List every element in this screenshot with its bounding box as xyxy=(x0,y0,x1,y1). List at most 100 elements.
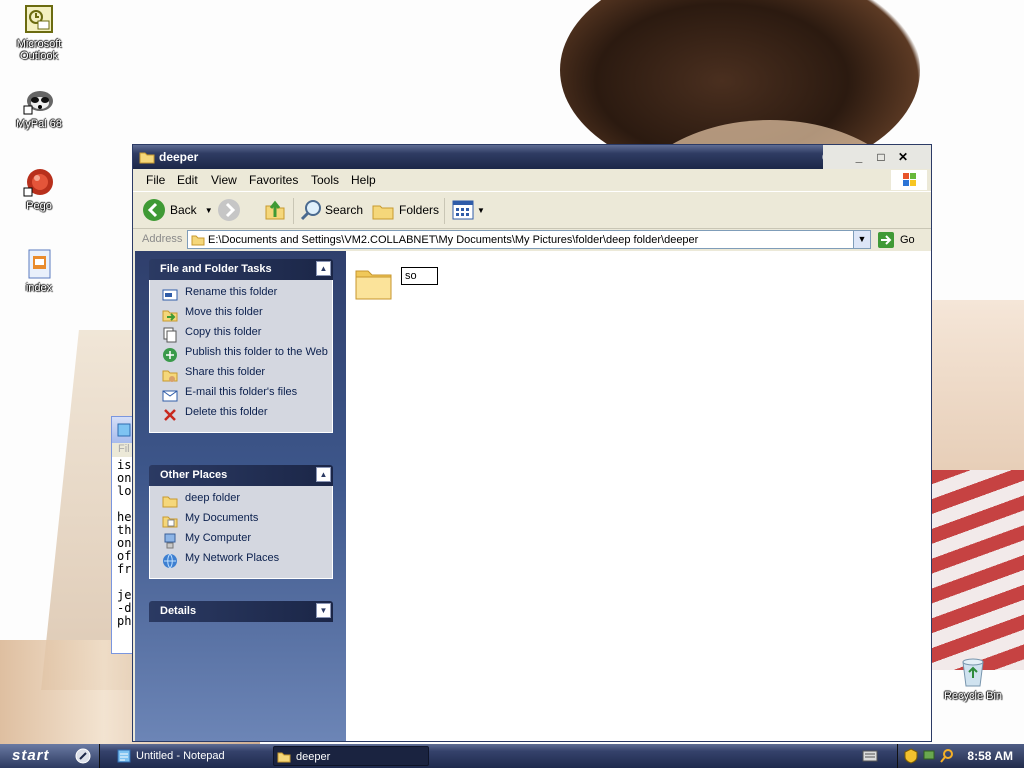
menu-bar: File Edit View Favorites Tools Help xyxy=(133,169,931,191)
collapse-chevron-icon[interactable]: ▲ xyxy=(316,261,331,276)
views-dropdown-icon: ▼ xyxy=(477,205,485,215)
collapse-chevron-icon[interactable]: ▲ xyxy=(316,467,331,482)
menu-edit[interactable]: Edit xyxy=(177,173,198,187)
search-button[interactable]: Search xyxy=(299,198,363,222)
desktop-icon-label: MyPal 68 xyxy=(16,118,62,130)
file-folder-tasks-panel: File and Folder Tasks ▲ Rename this fold… xyxy=(149,259,333,433)
desktop-icon-label: Recycle Bin xyxy=(943,690,1003,702)
notepad-icon xyxy=(117,749,131,763)
move-icon xyxy=(162,310,178,322)
task-pane: File and Folder Tasks ▲ Rename this fold… xyxy=(135,251,346,741)
desktop-icon-index[interactable]: index xyxy=(1,248,77,294)
publish-web-icon xyxy=(163,348,177,362)
task-move-folder[interactable]: Move this folder xyxy=(150,306,332,326)
taskbar-item-notepad[interactable]: Untitled - Notepad xyxy=(114,746,270,766)
place-my-network-places[interactable]: My Network Places xyxy=(150,552,332,572)
desktop-icon-label: Pego xyxy=(26,200,52,212)
address-dropdown-button[interactable]: ▼ xyxy=(853,231,870,248)
task-rename-folder[interactable]: Rename this folder xyxy=(150,286,332,306)
window-titlebar[interactable]: deeper _ □ ✕ xyxy=(133,145,931,169)
taskbar-item-deeper[interactable]: deeper xyxy=(273,746,429,766)
document-icon xyxy=(23,248,55,280)
task-share-folder[interactable]: Share this folder xyxy=(150,366,332,386)
folder-icon xyxy=(162,496,178,508)
search-tray-icon[interactable] xyxy=(940,748,954,764)
windows-logo-icon xyxy=(891,170,927,190)
back-button[interactable]: Back ▼ xyxy=(142,198,213,222)
other-places-panel: Other Places ▲ deep folder My Documents … xyxy=(149,465,333,579)
rename-input[interactable]: so xyxy=(401,267,438,285)
back-dropdown-icon[interactable]: ▼ xyxy=(205,206,213,215)
window-controls: _ □ ✕ xyxy=(823,145,931,169)
place-my-documents[interactable]: My Documents xyxy=(150,512,332,532)
desktop-icon-outlook[interactable]: Microsoft Outlook xyxy=(1,4,77,62)
menu-file[interactable]: File xyxy=(146,173,165,187)
go-arrow-icon xyxy=(878,232,894,248)
expand-chevron-icon[interactable]: ▼ xyxy=(316,603,331,618)
my-documents-icon xyxy=(162,516,178,528)
folders-button[interactable]: Folders xyxy=(371,198,439,222)
email-icon xyxy=(162,390,178,402)
keyboard-icon[interactable] xyxy=(862,749,878,763)
close-button[interactable]: ✕ xyxy=(895,150,911,164)
pego-icon xyxy=(23,166,55,198)
notepad-icon xyxy=(117,423,131,437)
share-folder-icon xyxy=(162,370,178,382)
desktop-icon-label: index xyxy=(25,282,53,294)
minimize-button[interactable]: _ xyxy=(851,150,867,164)
back-arrow-icon xyxy=(143,199,165,221)
views-button[interactable]: ▼ xyxy=(451,198,485,222)
taskbar: start Untitled - Notepad deeper 8:58 AM xyxy=(0,744,1024,768)
task-delete-folder[interactable]: Delete this folder xyxy=(150,406,332,426)
menu-view[interactable]: View xyxy=(211,173,237,187)
folder-icon xyxy=(277,752,291,763)
address-label: Address xyxy=(142,233,183,245)
task-email-files[interactable]: E-mail this folder's files xyxy=(150,386,332,406)
address-input[interactable]: E:\Documents and Settings\VM2.COLLABNET\… xyxy=(187,230,871,249)
start-button[interactable]: start xyxy=(0,744,100,768)
large-folder-icon xyxy=(355,270,392,300)
delete-x-icon xyxy=(164,409,176,421)
system-tray: 8:58 AM xyxy=(897,744,1024,768)
desktop-icon-mypal[interactable]: MyPal 68 xyxy=(1,84,77,130)
maximize-button[interactable]: □ xyxy=(873,150,889,164)
recycle-bin-icon xyxy=(957,656,989,688)
desktop-icon-pego[interactable]: Pego xyxy=(1,166,77,212)
folder-icon xyxy=(139,152,155,164)
task-copy-folder[interactable]: Copy this folder xyxy=(150,326,332,346)
raccoon-icon xyxy=(23,84,55,116)
network-tray-icon[interactable] xyxy=(922,748,936,764)
start-orb-icon xyxy=(75,748,91,764)
outlook-icon xyxy=(23,4,55,36)
panel-header[interactable]: File and Folder Tasks ▲ xyxy=(149,259,333,280)
window-title: deeper xyxy=(159,150,199,164)
copy-icon xyxy=(163,327,177,343)
clock[interactable]: 8:58 AM xyxy=(967,749,1013,763)
address-bar: Address E:\Documents and Settings\VM2.CO… xyxy=(133,229,931,251)
network-places-icon xyxy=(163,553,177,569)
forward-arrow-icon xyxy=(218,199,240,221)
go-button[interactable]: Go xyxy=(877,231,915,249)
desktop-icon-recycle-bin[interactable]: Recycle Bin xyxy=(935,656,1011,702)
security-shield-icon[interactable] xyxy=(904,748,918,764)
folder-item[interactable] xyxy=(354,263,394,304)
folder-icon xyxy=(191,235,205,246)
up-folder-icon xyxy=(265,200,285,220)
place-my-computer[interactable]: My Computer xyxy=(150,532,332,552)
menu-help[interactable]: Help xyxy=(351,173,376,187)
search-icon xyxy=(300,200,321,221)
task-publish-web[interactable]: Publish this folder to the Web xyxy=(150,346,332,366)
details-panel: Details ▼ xyxy=(149,601,333,622)
panel-header[interactable]: Other Places ▲ xyxy=(149,465,333,486)
my-computer-icon xyxy=(164,533,176,549)
panel-header[interactable]: Details ▼ xyxy=(149,601,333,622)
rename-icon xyxy=(162,289,178,301)
folder-content-area[interactable]: so xyxy=(346,251,931,741)
menu-tools[interactable]: Tools xyxy=(311,173,339,187)
forward-button[interactable] xyxy=(217,198,241,222)
views-icon xyxy=(452,200,474,220)
up-folder-button[interactable] xyxy=(263,198,287,222)
address-path: E:\Documents and Settings\VM2.COLLABNET\… xyxy=(208,234,699,246)
place-deep-folder[interactable]: deep folder xyxy=(150,492,332,512)
menu-favorites[interactable]: Favorites xyxy=(249,173,298,187)
